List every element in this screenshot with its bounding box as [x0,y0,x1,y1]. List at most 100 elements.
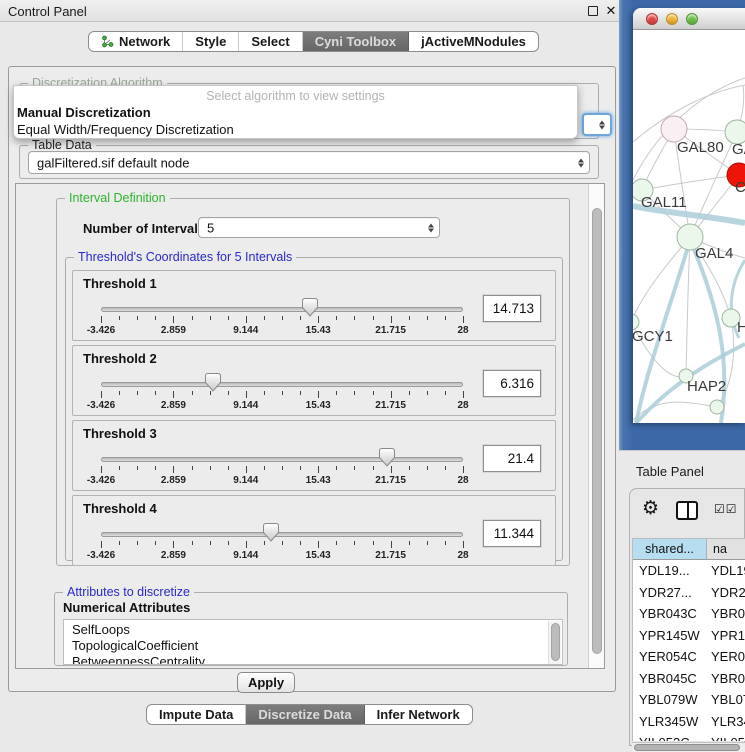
tab-impute-data[interactable]: Impute Data [147,705,246,724]
cell-name[interactable]: YDL19... [711,560,745,582]
threshold-value-field[interactable]: 14.713 [483,295,541,322]
slider-track[interactable] [101,307,463,312]
tab-label: Style [195,34,226,49]
table-row-YIL052C[interactable]: YIL052C YIL052C [633,732,745,741]
tick [300,316,301,320]
network-window-titlebar[interactable] [633,8,745,30]
cell-name[interactable]: YBL079W [711,689,745,711]
table-row-YBR043C[interactable]: YBR043C YBR043C [633,603,745,625]
cell-name[interactable]: YER054C [711,646,745,668]
table-row-YBL079W[interactable]: YBL079W YBL079W [633,689,745,711]
tab-select[interactable]: Select [239,32,302,51]
network-canvas[interactable]: GAL80GACGAL11GAL4HGCY1HAP2 [633,30,745,423]
popup-item-manual-discretization[interactable]: Manual Discretization [17,105,563,120]
cell-name[interactable]: YBR043C [711,603,745,625]
cell-name[interactable]: YLR345W [711,711,745,733]
threshold-label: Threshold 4 [83,501,157,516]
number-of-intervals-combobox[interactable]: 5 [198,217,440,238]
cell-shared-name[interactable]: YBR045C [639,668,697,690]
table-data-combobox[interactable]: galFiltered.sif default node [28,151,590,174]
table-row-YLR345W[interactable]: YLR345W YLR345W [633,711,745,733]
column-header-name[interactable]: na [707,539,745,560]
zoom-traffic-light-icon[interactable] [686,13,698,25]
panel-scrollbar[interactable] [588,184,604,668]
scrollbar-thumb[interactable] [634,744,740,751]
tick [192,466,193,470]
columns-icon[interactable] [676,501,698,520]
tick [427,541,428,545]
table-row-YDR27[interactable]: YDR27... YDR27... [633,582,745,604]
threshold-value-field[interactable]: 11.344 [483,520,541,547]
cell-shared-name[interactable]: YDR27... [639,582,692,604]
slider-track[interactable] [101,382,463,387]
apply-button[interactable]: Apply [237,672,295,693]
slider-thumb[interactable] [302,298,318,317]
network-node-label: H [737,319,745,336]
list-scrollbar[interactable] [548,621,561,665]
tick [336,541,337,545]
cell-name[interactable]: YBR045C [711,668,745,690]
column-header-shared-name[interactable]: shared... [633,539,707,560]
tick [228,541,229,545]
slider-ruler: -3.4262.8599.14415.4321.71528 [101,541,463,565]
numerical-attributes-list: SelfLoopsTopologicalCoefficientBetweenne… [63,619,563,665]
slider-thumb[interactable] [205,373,221,392]
tab-label: Cyni Toolbox [315,34,396,49]
network-edge-thick[interactable] [690,240,724,423]
slider-thumb[interactable] [379,448,395,467]
threshold-2-box: Threshold 2-3.4262.8599.14415.4321.71528… [72,345,556,416]
checkboxes-icon[interactable]: ☑☑ [714,502,738,516]
tick [155,316,156,320]
float-window-icon[interactable] [586,4,600,18]
network-edge[interactable] [642,175,739,190]
algorithm-combobox[interactable] [582,113,612,136]
cell-name[interactable]: YIL052C [711,732,745,741]
tab-style[interactable]: Style [183,32,239,51]
tick-label: 21.715 [375,325,406,336]
tick-label: 28 [457,475,468,486]
tick [409,316,410,320]
combo-value: galFiltered.sif default node [37,155,189,170]
cell-shared-name[interactable]: YER054C [639,646,697,668]
tab-network[interactable]: Network [89,32,183,51]
scrollbar-thumb[interactable] [551,623,560,661]
tab-infer-network[interactable]: Infer Network [365,705,472,724]
tab-discretize-data[interactable]: Discretize Data [246,705,364,724]
table-horizontal-scrollbar[interactable] [632,742,745,752]
slider-track[interactable] [101,457,463,462]
attribute-item-topologicalcoefficient[interactable]: TopologicalCoefficient [72,638,198,654]
cell-shared-name[interactable]: YIL052C [639,732,690,741]
cell-shared-name[interactable]: YPR145W [639,625,700,647]
threshold-value-field[interactable]: 21.4 [483,445,541,472]
network-node[interactable] [710,400,724,414]
tab-cyni-toolbox[interactable]: Cyni Toolbox [303,32,409,51]
cell-name[interactable]: YDR27... [711,582,745,604]
table-row-YDL19[interactable]: YDL19... YDL19... [633,560,745,582]
attribute-item-betweennesscentrality[interactable]: BetweennessCentrality [72,654,205,665]
cell-shared-name[interactable]: YDL19... [639,560,690,582]
cell-shared-name[interactable]: YLR345W [639,711,698,733]
network-edge[interactable] [633,237,690,322]
table-row-YER054C[interactable]: YER054C YER054C [633,646,745,668]
close-icon[interactable]: ✕ [604,4,618,18]
scrollbar-thumb[interactable] [592,208,602,654]
table-row-YBR045C[interactable]: YBR045C YBR045C [633,668,745,690]
tab-jactivemnodules[interactable]: jActiveMNodules [409,32,538,51]
close-traffic-light-icon[interactable] [646,13,658,25]
tick [318,466,319,473]
cell-shared-name[interactable]: YBR043C [639,603,697,625]
threshold-value-field[interactable]: 6.316 [483,370,541,397]
attribute-item-selfloops[interactable]: SelfLoops [72,622,130,638]
gear-icon[interactable]: ⚙ [642,497,659,520]
minimize-traffic-light-icon[interactable] [666,13,678,25]
slider-track[interactable] [101,532,463,537]
tick [445,316,446,320]
tick [137,391,138,395]
slider-thumb[interactable] [263,523,279,542]
tick [445,541,446,545]
popup-item-equal-width-frequency[interactable]: Equal Width/Frequency Discretization [17,122,563,137]
cell-name[interactable]: YPR145W [711,625,745,647]
cell-shared-name[interactable]: YBL079W [639,689,698,711]
table-row-YPR145W[interactable]: YPR145W YPR145W [633,625,745,647]
tick [173,391,174,398]
